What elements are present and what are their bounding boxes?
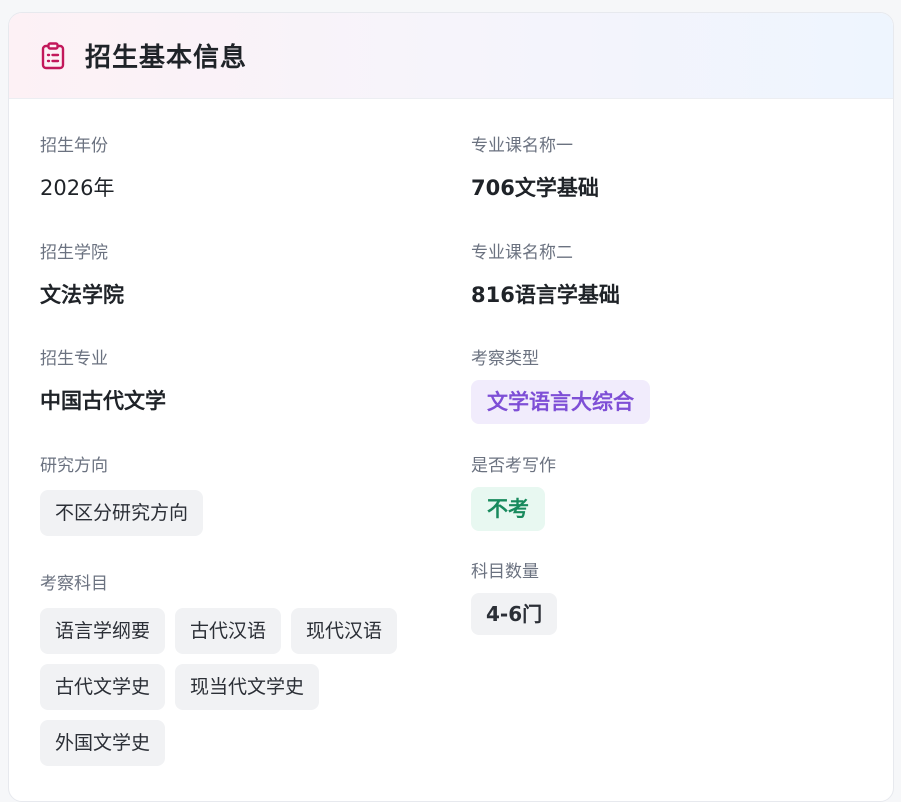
college-label: 招生学院 bbox=[40, 243, 108, 263]
subject-tag: 古代汉语 bbox=[175, 608, 282, 654]
direction-label: 研究方向 bbox=[40, 456, 108, 476]
admission-info-card: 招生基本信息 招生年份 2026年 招生学院 文法学院 招生专业 中国古代文学 … bbox=[8, 12, 894, 802]
field-subjects: 考察科目 语言学纲要 古代汉语 现代汉语 古代文学史 现当代文学史 外国文学史 bbox=[40, 573, 440, 766]
field-year: 招生年份 2026年 bbox=[40, 135, 440, 202]
card-header: 招生基本信息 bbox=[9, 13, 893, 99]
subject-count-label: 科目数量 bbox=[471, 562, 539, 582]
field-subject-count: 科目数量 4-6门 bbox=[471, 561, 871, 635]
subject-count-badge: 4-6门 bbox=[471, 593, 558, 635]
writing-badge: 不考 bbox=[471, 487, 545, 531]
field-course1: 专业课名称一 706文学基础 bbox=[471, 135, 871, 202]
year-label: 招生年份 bbox=[40, 136, 108, 156]
subjects-tag-list: 语言学纲要 古代汉语 现代汉语 古代文学史 现当代文学史 外国文学史 bbox=[40, 608, 430, 766]
course2-value: 816语言学基础 bbox=[471, 283, 620, 307]
college-value: 文法学院 bbox=[40, 283, 124, 307]
subject-tag: 现代汉语 bbox=[291, 608, 398, 654]
subject-tag: 语言学纲要 bbox=[40, 608, 166, 654]
subject-tag: 古代文学史 bbox=[40, 664, 166, 710]
course1-label: 专业课名称一 bbox=[471, 136, 573, 156]
clipboard-list-icon bbox=[41, 41, 67, 71]
field-direction: 研究方向 不区分研究方向 bbox=[40, 455, 440, 536]
writing-label: 是否考写作 bbox=[471, 456, 556, 476]
year-value: 2026年 bbox=[40, 176, 115, 200]
subject-tag: 现当代文学史 bbox=[175, 664, 320, 710]
exam-type-label: 考察类型 bbox=[471, 349, 539, 369]
subjects-label: 考察科目 bbox=[40, 574, 108, 594]
field-major: 招生专业 中国古代文学 bbox=[40, 348, 440, 415]
major-value: 中国古代文学 bbox=[40, 389, 166, 413]
field-exam-type: 考察类型 文学语言大综合 bbox=[471, 348, 871, 424]
field-college: 招生学院 文法学院 bbox=[40, 242, 440, 309]
field-writing: 是否考写作 不考 bbox=[471, 455, 871, 531]
card-title: 招生基本信息 bbox=[85, 43, 248, 73]
field-course2: 专业课名称二 816语言学基础 bbox=[471, 242, 871, 309]
course1-value: 706文学基础 bbox=[471, 176, 599, 200]
major-label: 招生专业 bbox=[40, 349, 108, 369]
exam-type-badge: 文学语言大综合 bbox=[471, 380, 650, 424]
subject-tag: 外国文学史 bbox=[40, 720, 166, 766]
course2-label: 专业课名称二 bbox=[471, 243, 573, 263]
direction-tag: 不区分研究方向 bbox=[40, 490, 204, 536]
